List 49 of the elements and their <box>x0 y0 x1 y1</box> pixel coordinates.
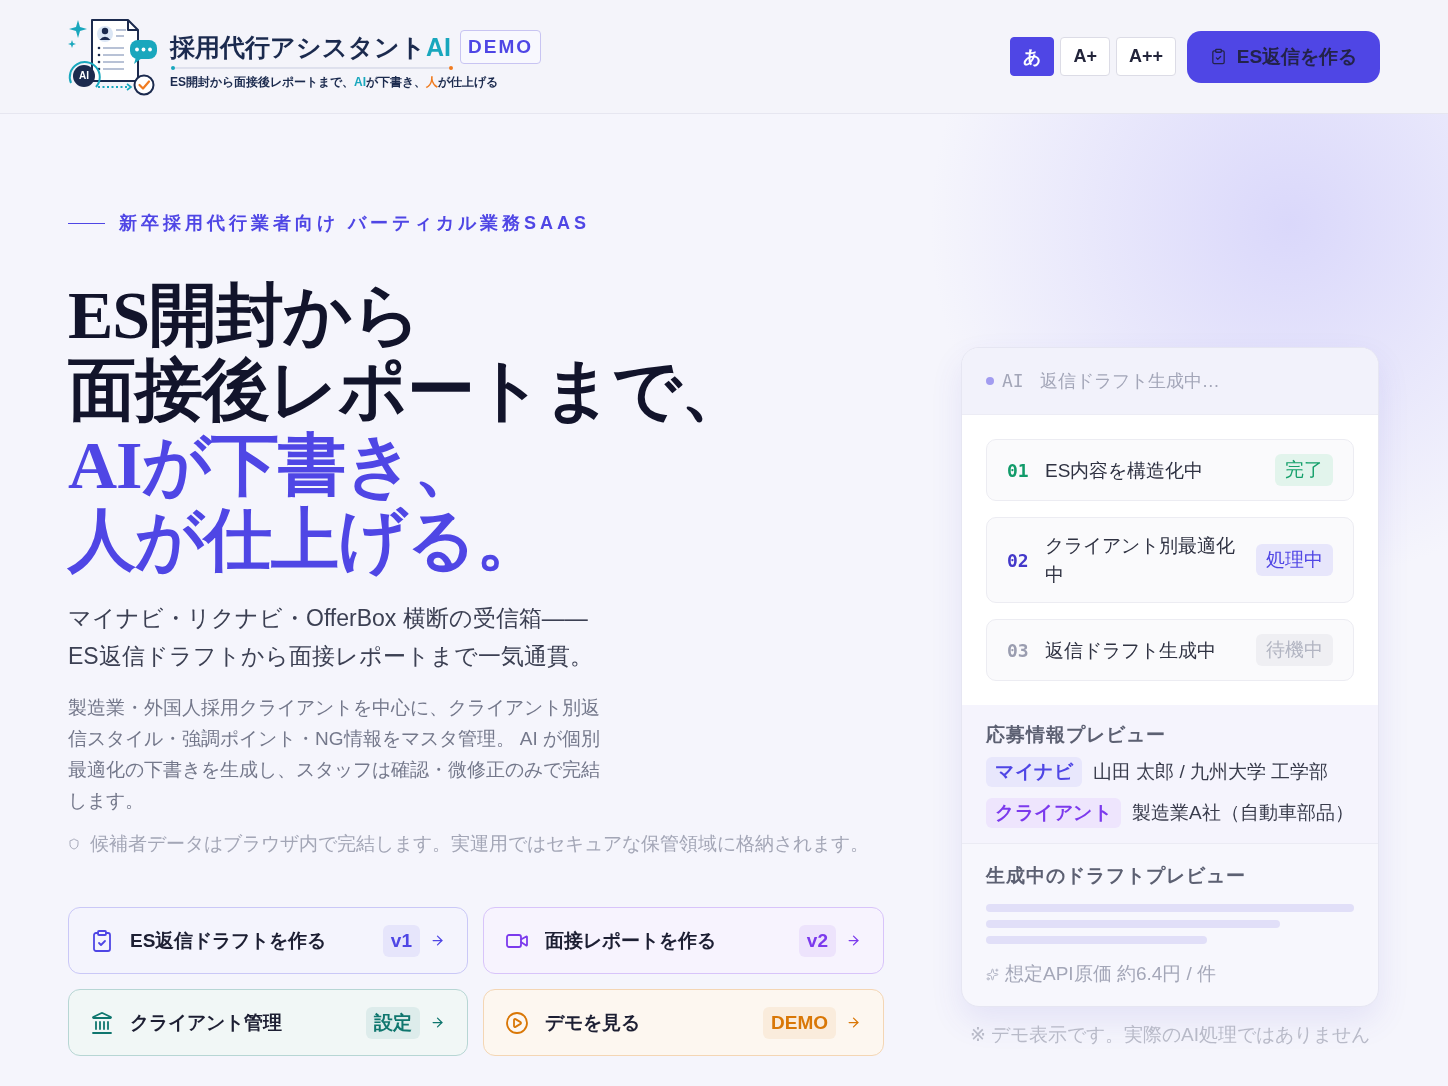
font-size-button[interactable]: A+ <box>1060 37 1110 76</box>
privacy-note: 候補者データはブラウザ内で完結します。実運用ではセキュアな保管領域に格納されます。 <box>90 832 869 856</box>
action-card[interactable]: デモを見る DEMO <box>483 989 884 1056</box>
arrow-right-icon <box>430 933 445 948</box>
source-tag: マイナビ <box>986 757 1082 787</box>
status-text: 返信ドラフト生成中… <box>1039 370 1220 393</box>
step-label: 返信ドラフト生成中 <box>1045 638 1217 663</box>
status-prefix: AI <box>1002 369 1024 393</box>
step-number: 01 <box>1007 458 1030 483</box>
step-number: 02 <box>1007 548 1030 573</box>
lead-text: マイナビ・リクナビ・OfferBox 横断の受信箱—— ES返信ドラフトから面接レポートまで一気通貫。 <box>68 604 594 671</box>
bank-building-icon <box>90 1010 114 1035</box>
action-card[interactable]: 面接レポートを作る v2 <box>483 907 884 974</box>
action-tag: DEMO <box>763 1006 836 1039</box>
action-card[interactable]: ES返信ドラフトを作る v1 <box>68 907 468 974</box>
step-number: 03 <box>1007 638 1030 663</box>
logo-badge: AI <box>73 64 95 87</box>
info-value: 山田 太郎 / 九州大学 工学部 <box>1093 760 1329 784</box>
font-size-button[interactable]: あ <box>1010 37 1055 76</box>
hero-headline: ES開封から 面接後レポートまで、 AIが下書き、 人が仕上げる。 <box>68 278 749 578</box>
step-label: クライアント別最適化中 <box>1045 534 1236 587</box>
status-pill: 完了 <box>1275 454 1333 486</box>
section-title: 応募情報プレビュー <box>986 723 1167 747</box>
font-size-button[interactable]: A++ <box>1115 37 1176 76</box>
shield-icon <box>68 838 80 850</box>
status-pill: 待機中 <box>1256 634 1333 666</box>
source-tag: クライアント <box>986 798 1121 828</box>
status-dot-icon <box>986 377 994 385</box>
logo-icon <box>66 16 160 97</box>
clipboard-check-icon <box>1209 48 1227 65</box>
step-label: ES内容を構造化中 <box>1045 458 1205 483</box>
logo-tagline: ES開封から面接後レポートまで、AIが下書き、人が仕上げる <box>170 73 499 90</box>
play-circle-icon <box>505 1010 529 1035</box>
eyebrow-text: 新卒採用代行業者向け バーティカル業務SAAS <box>119 213 590 233</box>
cost-note: 想定API原価 約6.4円 / 件 <box>1005 962 1217 986</box>
info-value: 製造業A社（自動車部品） <box>1132 801 1354 825</box>
sparkle-icon <box>986 967 999 981</box>
clipboard-check-icon <box>90 928 114 953</box>
logo-title: 採用代行アシスタント AI <box>170 31 451 63</box>
section-title: 生成中のドラフトプレビュー <box>986 864 1247 888</box>
status-pill: 処理中 <box>1256 544 1333 576</box>
arrow-right-icon <box>846 933 861 948</box>
demo-badge: DEMO <box>460 29 541 64</box>
action-tag: 設定 <box>366 1006 420 1039</box>
demo-note: ※ デモ表示です。実際のAI処理ではありません <box>968 1023 1372 1047</box>
action-tag: v2 <box>798 924 836 957</box>
action-tag: v1 <box>382 924 420 957</box>
description-text: 製造業・外国人採用クライアントを中心に、クライアント別返信スタイル・強調ポイント・NG情報をマスタ管理。 AI が個別最適化の下書きを生成し、スタッフは確認・微修正のみで完結します。 <box>68 696 601 813</box>
action-card[interactable]: クライアント管理 設定 <box>68 989 468 1056</box>
